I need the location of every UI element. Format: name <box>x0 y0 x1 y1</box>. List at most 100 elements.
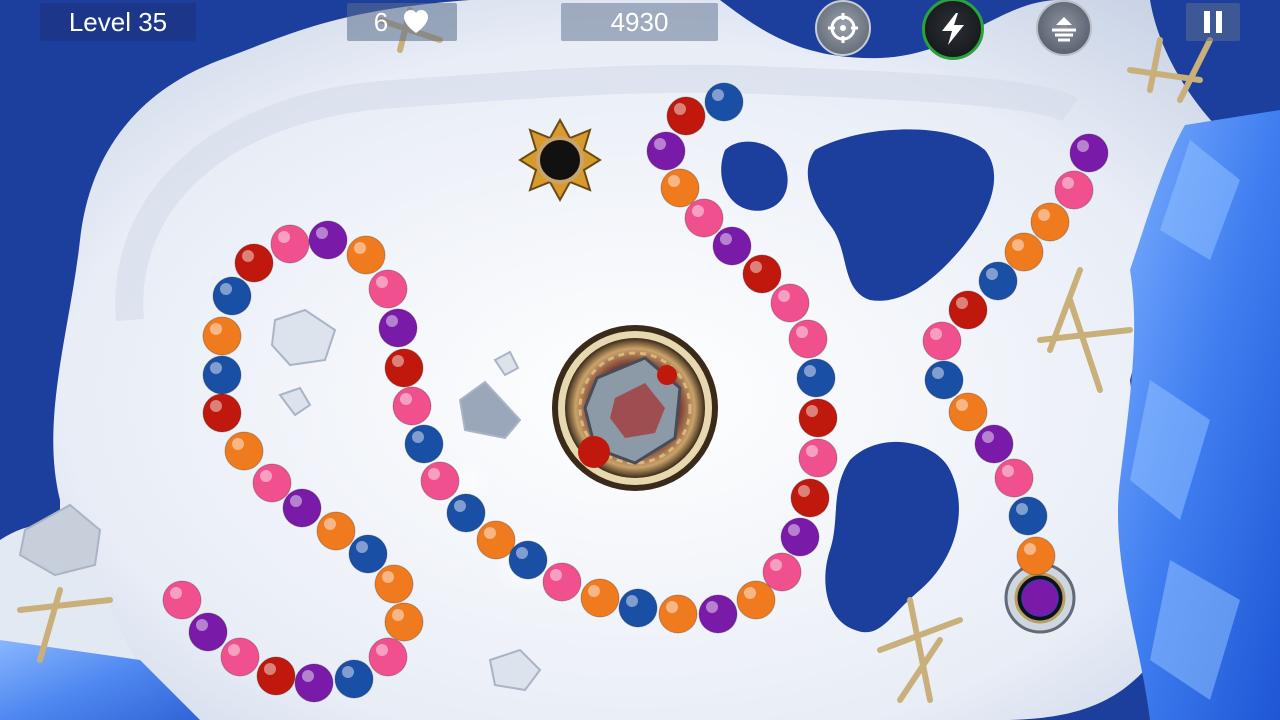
ball-highlight <box>220 283 232 295</box>
chain-ball <box>948 290 988 330</box>
chain-ball <box>202 393 242 433</box>
end-hole-ball <box>1022 580 1058 616</box>
chain-ball <box>220 637 260 677</box>
level-label: Level 35 <box>68 6 168 37</box>
chain-ball <box>798 438 838 478</box>
ball-highlight <box>428 468 440 480</box>
frog-shooter <box>552 325 718 491</box>
chain-ball <box>542 562 582 602</box>
chain-ball <box>698 594 738 634</box>
ball-highlight <box>932 367 944 379</box>
chain-ball <box>392 386 432 426</box>
ball-highlight <box>1016 503 1028 515</box>
slow-down-powerup-button[interactable] <box>1036 0 1092 56</box>
ball-highlight <box>196 619 208 631</box>
ball-highlight <box>170 587 182 599</box>
ball-highlight <box>750 261 762 273</box>
chain-ball <box>580 578 620 618</box>
chain-ball <box>446 493 486 533</box>
crosshair-powerup-button[interactable] <box>815 0 871 56</box>
chain-ball <box>212 276 252 316</box>
chain-ball <box>788 319 828 359</box>
ball-highlight <box>798 485 810 497</box>
ball-highlight <box>720 233 732 245</box>
ball-highlight <box>1062 177 1074 189</box>
ball-highlight <box>796 326 808 338</box>
chain-ball <box>780 517 820 557</box>
ball-highlight <box>982 431 994 443</box>
chain-ball <box>420 461 460 501</box>
ball-highlight <box>770 559 782 571</box>
ball-highlight <box>588 585 600 597</box>
ball-highlight <box>316 227 328 239</box>
ball-highlight <box>806 445 818 457</box>
chain-ball <box>384 348 424 388</box>
chain-ball <box>770 283 810 323</box>
ball-highlight <box>986 268 998 280</box>
ball-highlight <box>706 601 718 613</box>
chain-ball <box>762 552 802 592</box>
ball-highlight <box>392 609 404 621</box>
lives-counter: 6 <box>347 3 457 41</box>
ball-highlight <box>956 399 968 411</box>
chain-ball <box>660 168 700 208</box>
ball-highlight <box>232 438 244 450</box>
ball-highlight <box>412 431 424 443</box>
ball-highlight <box>1077 140 1089 152</box>
chain-ball <box>1054 170 1094 210</box>
ball-highlight <box>1002 465 1014 477</box>
ball-highlight <box>242 250 254 262</box>
ball-highlight <box>550 569 562 581</box>
ball-highlight <box>400 393 412 405</box>
lightning-powerup-button[interactable] <box>922 0 984 60</box>
ball-highlight <box>674 103 686 115</box>
chain-ball <box>294 663 334 703</box>
chain-ball <box>1069 133 1109 173</box>
ball-highlight <box>324 518 336 530</box>
ball-highlight <box>302 670 314 682</box>
ball-highlight <box>264 663 276 675</box>
chain-ball <box>316 511 356 551</box>
chain-ball <box>476 520 516 560</box>
chain-ball <box>796 358 836 398</box>
chain-ball <box>404 424 444 464</box>
ball-highlight <box>376 644 388 656</box>
chain-ball <box>202 355 242 395</box>
heart-icon <box>404 10 429 33</box>
ball-highlight <box>342 666 354 678</box>
ball-highlight <box>956 297 968 309</box>
ball-highlight <box>788 524 800 536</box>
shooter-ball <box>657 365 677 385</box>
chain-ball <box>1004 232 1044 272</box>
ball-highlight <box>376 276 388 288</box>
chain-ball <box>922 321 962 361</box>
chain-ball <box>188 612 228 652</box>
crosshair-icon <box>828 13 858 43</box>
chain-ball <box>798 398 838 438</box>
ball-highlight <box>806 405 818 417</box>
chain-ball <box>712 226 752 266</box>
chain-ball <box>346 235 386 275</box>
chain-ball <box>202 316 242 356</box>
pause-button[interactable] <box>1186 3 1240 41</box>
ball-highlight <box>278 231 290 243</box>
chain-ball <box>924 360 964 400</box>
shooter-ball <box>578 436 610 468</box>
ball-highlight <box>692 205 704 217</box>
ball-highlight <box>382 571 394 583</box>
chain-ball <box>994 458 1034 498</box>
chain-ball <box>1030 202 1070 242</box>
ball-highlight <box>712 89 724 101</box>
chain-ball <box>234 243 274 283</box>
ball-highlight <box>930 328 942 340</box>
chain-ball <box>1016 536 1056 576</box>
ball-highlight <box>1012 239 1024 251</box>
ball-highlight <box>210 323 222 335</box>
chain-ball <box>368 269 408 309</box>
chain-ball <box>658 594 698 634</box>
chain-ball <box>374 564 414 604</box>
ball-highlight <box>666 601 678 613</box>
game-board[interactable] <box>0 0 1280 720</box>
slow-down-icon <box>1052 17 1076 42</box>
chain-ball <box>790 478 830 518</box>
